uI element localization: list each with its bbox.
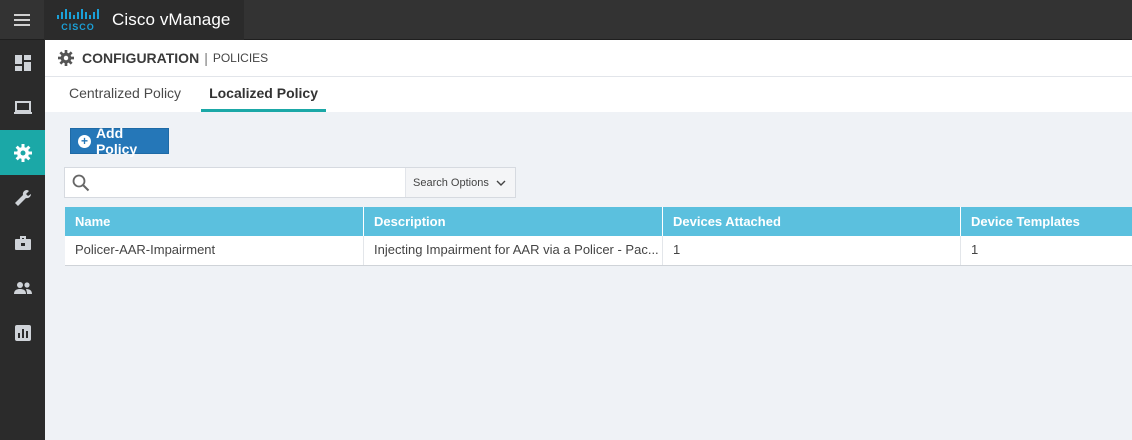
column-header-devices-attached[interactable]: Devices Attached — [663, 207, 961, 236]
search-options-dropdown[interactable]: Search Options — [405, 168, 515, 197]
cell-name: Policer-AAR-Impairment — [65, 236, 364, 265]
cisco-logo-text: CISCO — [61, 22, 95, 32]
page-subtitle: POLICIES — [212, 51, 269, 65]
top-bar: CISCO Cisco vManage — [0, 0, 1132, 40]
chevron-down-icon — [496, 180, 506, 186]
sidebar-item-dashboard[interactable] — [0, 40, 45, 85]
hamburger-icon — [14, 14, 30, 26]
brand[interactable]: CISCO Cisco vManage — [44, 0, 244, 40]
sidebar — [0, 40, 45, 440]
plus-circle-icon: + — [78, 134, 91, 148]
report-icon — [14, 324, 31, 341]
column-header-name[interactable]: Name — [65, 207, 364, 236]
tab-localized-policy[interactable]: Localized Policy — [201, 77, 326, 112]
sidebar-item-administration[interactable] — [0, 265, 45, 310]
policy-table: Name Description Devices Attached Device… — [65, 207, 1132, 266]
add-policy-label: Add Policy — [95, 125, 138, 157]
sidebar-item-analytics[interactable] — [0, 310, 45, 355]
table-row[interactable]: Policer-AAR-Impairment Injecting Impairm… — [65, 236, 1132, 266]
column-header-description[interactable]: Description — [364, 207, 663, 236]
add-policy-button[interactable]: + Add Policy — [70, 125, 169, 157]
dashboard-icon — [14, 54, 31, 71]
cisco-logo: CISCO — [57, 9, 99, 32]
hamburger-menu-button[interactable] — [0, 0, 44, 40]
users-icon — [13, 281, 32, 294]
page-title: CONFIGURATION — [82, 50, 200, 66]
page-header: CONFIGURATION | POLICIES — [45, 40, 1132, 77]
toolbox-icon — [14, 235, 31, 250]
search-input[interactable] — [97, 168, 405, 197]
table-header: Name Description Devices Attached Device… — [65, 207, 1132, 236]
tab-centralized-policy[interactable]: Centralized Policy — [61, 77, 189, 112]
search-icon-wrap — [65, 168, 97, 198]
monitor-icon — [13, 100, 32, 114]
gear-icon — [13, 143, 32, 162]
gear-icon — [58, 50, 74, 66]
sidebar-item-tools[interactable] — [0, 175, 45, 220]
cell-device-templates: 1 — [971, 242, 979, 257]
app-title: Cisco vManage — [112, 10, 231, 29]
column-header-device-templates[interactable]: Device Templates — [961, 207, 1132, 236]
wrench-icon — [14, 189, 31, 206]
sidebar-item-monitor[interactable] — [0, 85, 45, 130]
breadcrumb-separator: | — [204, 50, 208, 66]
sidebar-item-configuration[interactable] — [0, 130, 45, 175]
search-bar: Search Options — [64, 167, 516, 198]
search-icon — [72, 174, 90, 191]
search-options-label: Search Options — [413, 176, 489, 189]
cell-description: Injecting Impairment for AAR via a Polic… — [364, 236, 663, 265]
policy-tabs: Centralized Policy Localized Policy — [45, 77, 1132, 112]
cell-devices-attached: 1 — [663, 236, 961, 265]
sidebar-item-maintenance[interactable] — [0, 220, 45, 265]
